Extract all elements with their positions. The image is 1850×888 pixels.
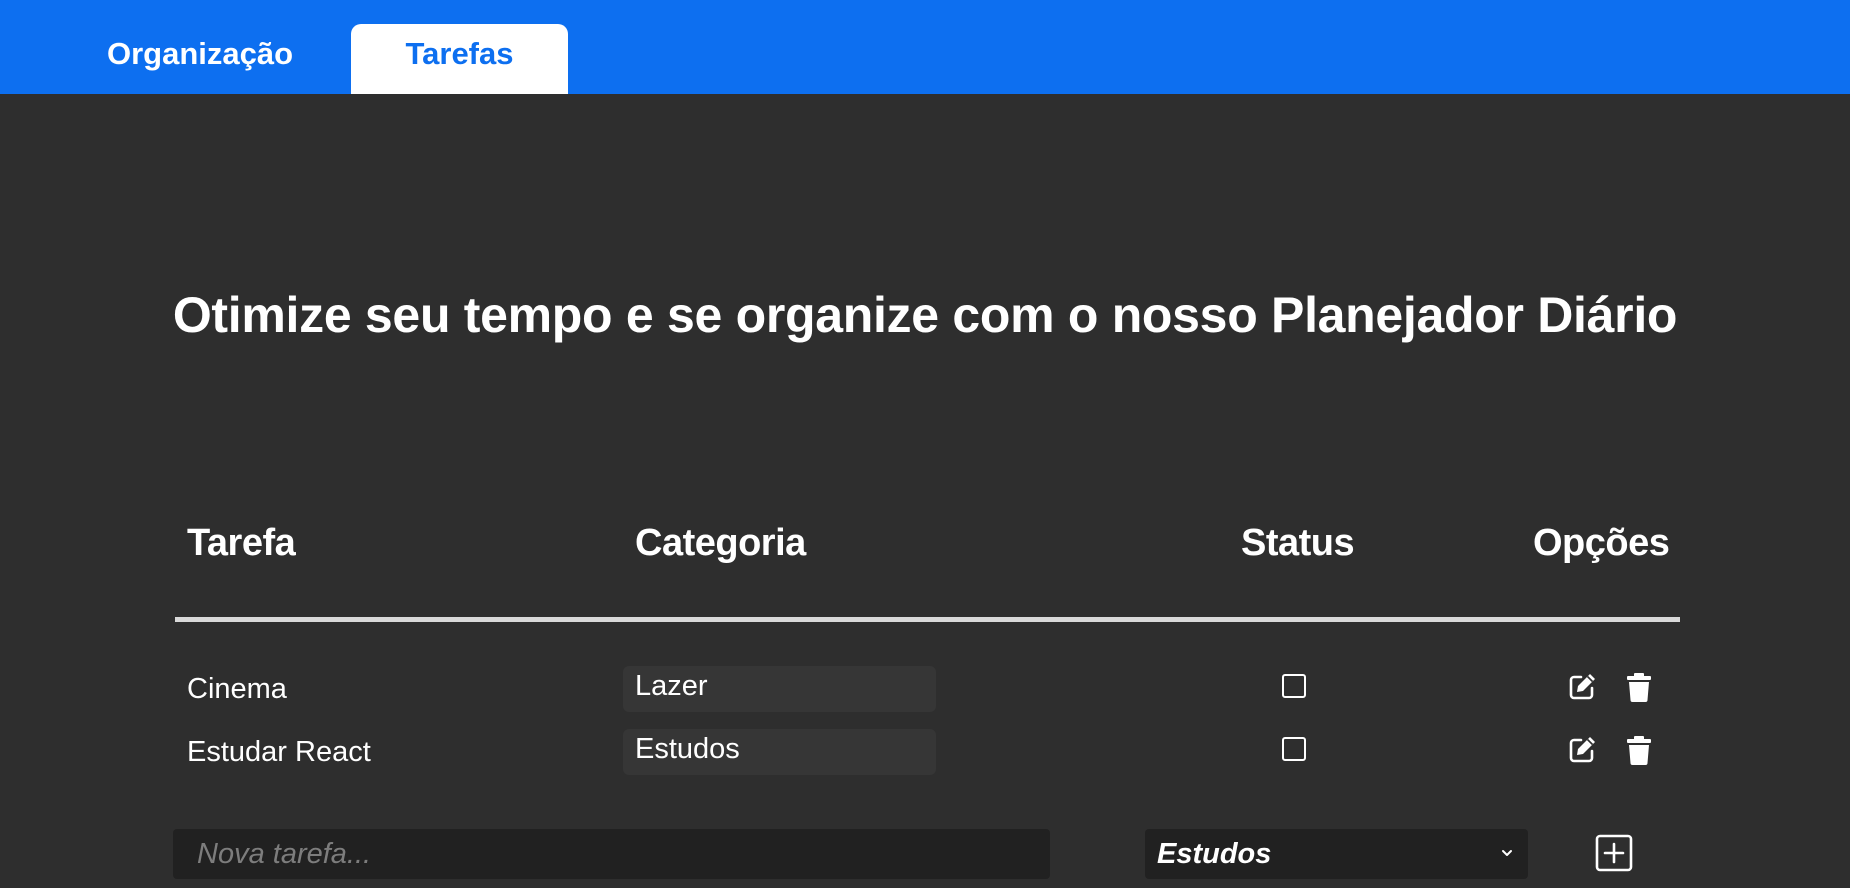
task-category: Estudos (623, 729, 936, 775)
chevron-down-icon (1502, 850, 1512, 856)
table-header-divider (175, 617, 1680, 622)
column-header-category: Categoria (635, 522, 806, 564)
table-row: Estudar React Estudos (0, 729, 1850, 775)
edit-icon[interactable] (1565, 733, 1599, 767)
task-name: Cinema (187, 673, 287, 705)
table-row: Cinema Lazer (0, 666, 1850, 712)
trash-icon[interactable] (1622, 733, 1656, 767)
task-category: Lazer (623, 666, 936, 712)
status-checkbox[interactable] (1282, 674, 1306, 698)
category-select-value: Estudos (1157, 837, 1272, 870)
page-headline: Otimize seu tempo e se organize com o no… (172, 287, 1678, 343)
top-navigation-bar: Organização Tarefas (0, 0, 1850, 94)
tab-tarefas[interactable]: Tarefas (351, 24, 568, 94)
new-task-input[interactable] (173, 829, 1050, 879)
task-name: Estudar React (187, 736, 371, 768)
plus-square-icon (1595, 834, 1633, 872)
column-header-options: Opções (1533, 522, 1670, 564)
column-header-status: Status (1241, 522, 1355, 564)
status-checkbox[interactable] (1282, 737, 1306, 761)
edit-icon[interactable] (1565, 670, 1599, 704)
trash-icon[interactable] (1622, 670, 1656, 704)
category-select[interactable]: Estudos (1145, 829, 1528, 879)
add-task-button[interactable] (1594, 833, 1634, 873)
column-header-task: Tarefa (187, 522, 296, 564)
tab-organizacao[interactable]: Organização (70, 24, 330, 94)
